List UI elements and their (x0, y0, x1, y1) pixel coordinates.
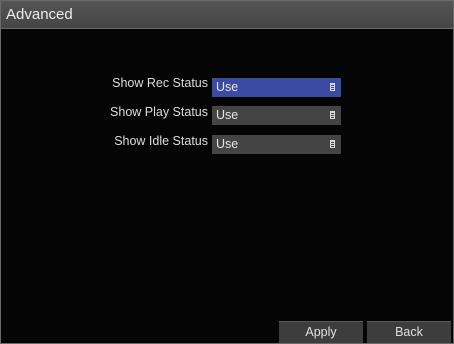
back-button[interactable]: Back (367, 321, 451, 343)
show-play-status-label: Show Play Status (110, 105, 208, 119)
show-idle-status-value: Use (216, 137, 239, 151)
show-play-status-select[interactable]: Use (212, 106, 341, 125)
show-rec-status-select[interactable]: Use (212, 78, 341, 97)
show-rec-status-value: Use (216, 80, 239, 94)
window-title: Advanced (6, 6, 73, 23)
show-idle-status-select[interactable]: Use (212, 135, 341, 154)
list-dropdown-icon[interactable] (330, 111, 335, 119)
list-dropdown-icon[interactable] (330, 140, 335, 148)
show-play-status-value: Use (216, 108, 239, 122)
show-rec-status-label: Show Rec Status (112, 76, 208, 90)
show-idle-status-label: Show Idle Status (114, 134, 208, 148)
title-bar: Advanced (1, 1, 453, 29)
advanced-window: Advanced Show Rec Status Use Show Play S… (0, 0, 454, 344)
list-dropdown-icon[interactable] (330, 83, 335, 91)
apply-button[interactable]: Apply (279, 321, 363, 343)
